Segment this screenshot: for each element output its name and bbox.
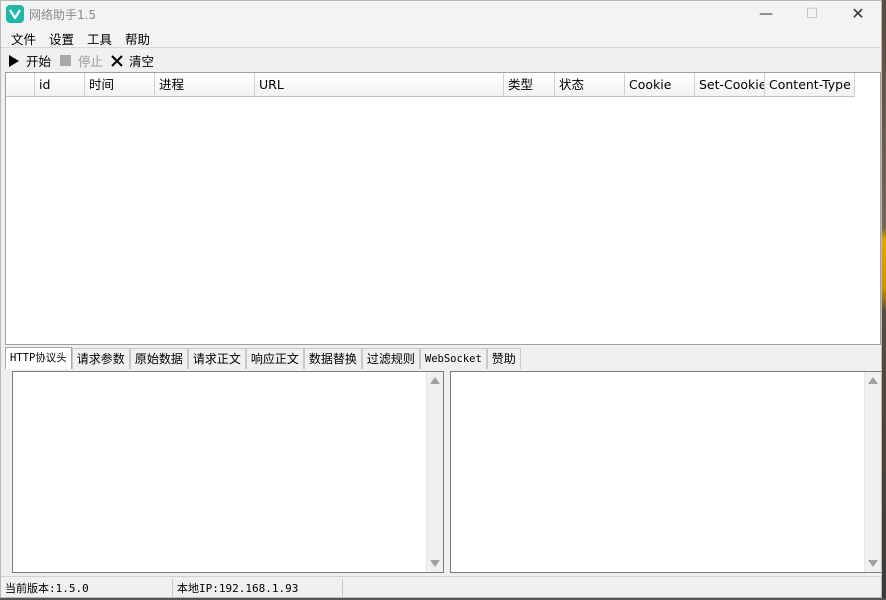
tab-sponsor[interactable]: 赞助 — [486, 348, 521, 369]
maximize-icon: ☐ — [805, 6, 819, 22]
toolbar: 开始 停止 清空 — [1, 48, 881, 71]
app-logo-icon — [6, 5, 24, 23]
column-header-select[interactable] — [6, 73, 35, 97]
column-header-url[interactable]: URL — [255, 73, 504, 97]
status-divider — [342, 579, 343, 597]
column-header-process[interactable]: 进程 — [155, 73, 255, 97]
start-label: 开始 — [26, 54, 52, 69]
tab-raw-data[interactable]: 原始数据 — [129, 348, 188, 369]
column-header-cookie[interactable]: Cookie — [625, 73, 695, 97]
clear-x-icon — [111, 55, 123, 67]
column-header-status[interactable]: 状态 — [555, 73, 625, 97]
tab-response-body[interactable]: 响应正文 — [245, 348, 304, 369]
request-table[interactable]: id 时间 进程 URL 类型 状态 Cookie Set-Cookie Con… — [5, 72, 881, 345]
response-headers-panel[interactable] — [450, 371, 881, 573]
tab-filter-rules[interactable]: 过滤规则 — [361, 348, 420, 369]
right-scrollbar[interactable] — [864, 372, 881, 572]
menu-file[interactable]: 文件 — [11, 29, 36, 48]
detail-tabs: HTTP协议头 请求参数 原始数据 请求正文 响应正文 数据替换 过滤规则 We… — [5, 347, 521, 369]
table-header: id 时间 进程 URL 类型 状态 Cookie Set-Cookie Con… — [6, 73, 855, 97]
column-header-time[interactable]: 时间 — [85, 73, 155, 97]
close-button[interactable]: ✕ — [835, 1, 881, 27]
close-icon: ✕ — [851, 4, 865, 23]
app-window: 网络助手1.5 — ☐ ✕ 文件 设置 工具 帮助 开始 停止 清空 id 时间… — [0, 0, 882, 598]
minimize-button[interactable]: — — [743, 1, 789, 27]
version-status: 当前版本:1.5.0 — [5, 582, 89, 595]
tab-request-body[interactable]: 请求正文 — [187, 348, 246, 369]
stop-icon — [60, 55, 71, 66]
play-icon — [9, 55, 19, 67]
column-header-type[interactable]: 类型 — [504, 73, 555, 97]
tab-websocket[interactable]: WebSocket — [419, 348, 487, 369]
column-header-content-type[interactable]: Content-Type — [765, 73, 855, 97]
desktop-background — [882, 0, 886, 600]
maximize-button[interactable]: ☐ — [789, 1, 835, 27]
status-bar: 当前版本:1.5.0 本地IP:192.168.1.93 — [1, 576, 881, 597]
tab-http-headers[interactable]: HTTP协议头 — [5, 347, 72, 369]
left-scrollbar[interactable] — [426, 372, 443, 572]
scroll-up-icon[interactable] — [430, 377, 440, 384]
local-ip-status: 本地IP:192.168.1.93 — [177, 582, 299, 595]
start-button[interactable]: 开始 — [8, 51, 51, 69]
scroll-down-icon[interactable] — [868, 560, 878, 567]
column-header-set-cookie[interactable]: Set-Cookie — [695, 73, 765, 97]
status-divider — [172, 579, 173, 597]
menu-bar: 文件 设置 工具 帮助 — [1, 27, 881, 48]
tab-request-params[interactable]: 请求参数 — [71, 348, 130, 369]
menu-help[interactable]: 帮助 — [125, 29, 150, 48]
scroll-up-icon[interactable] — [868, 377, 878, 384]
request-headers-panel[interactable] — [12, 371, 444, 573]
title-bar: 网络助手1.5 — ☐ ✕ — [1, 1, 881, 27]
window-title: 网络助手1.5 — [29, 8, 97, 22]
menu-settings[interactable]: 设置 — [49, 29, 74, 48]
menu-tools[interactable]: 工具 — [87, 29, 112, 48]
scroll-down-icon[interactable] — [430, 560, 440, 567]
stop-button[interactable]: 停止 — [60, 51, 103, 69]
tab-data-replace[interactable]: 数据替换 — [303, 348, 362, 369]
clear-button[interactable]: 清空 — [111, 51, 154, 69]
stop-label: 停止 — [78, 54, 104, 69]
column-header-id[interactable]: id — [35, 73, 85, 97]
minimize-icon: — — [759, 6, 773, 22]
clear-label: 清空 — [129, 54, 155, 69]
